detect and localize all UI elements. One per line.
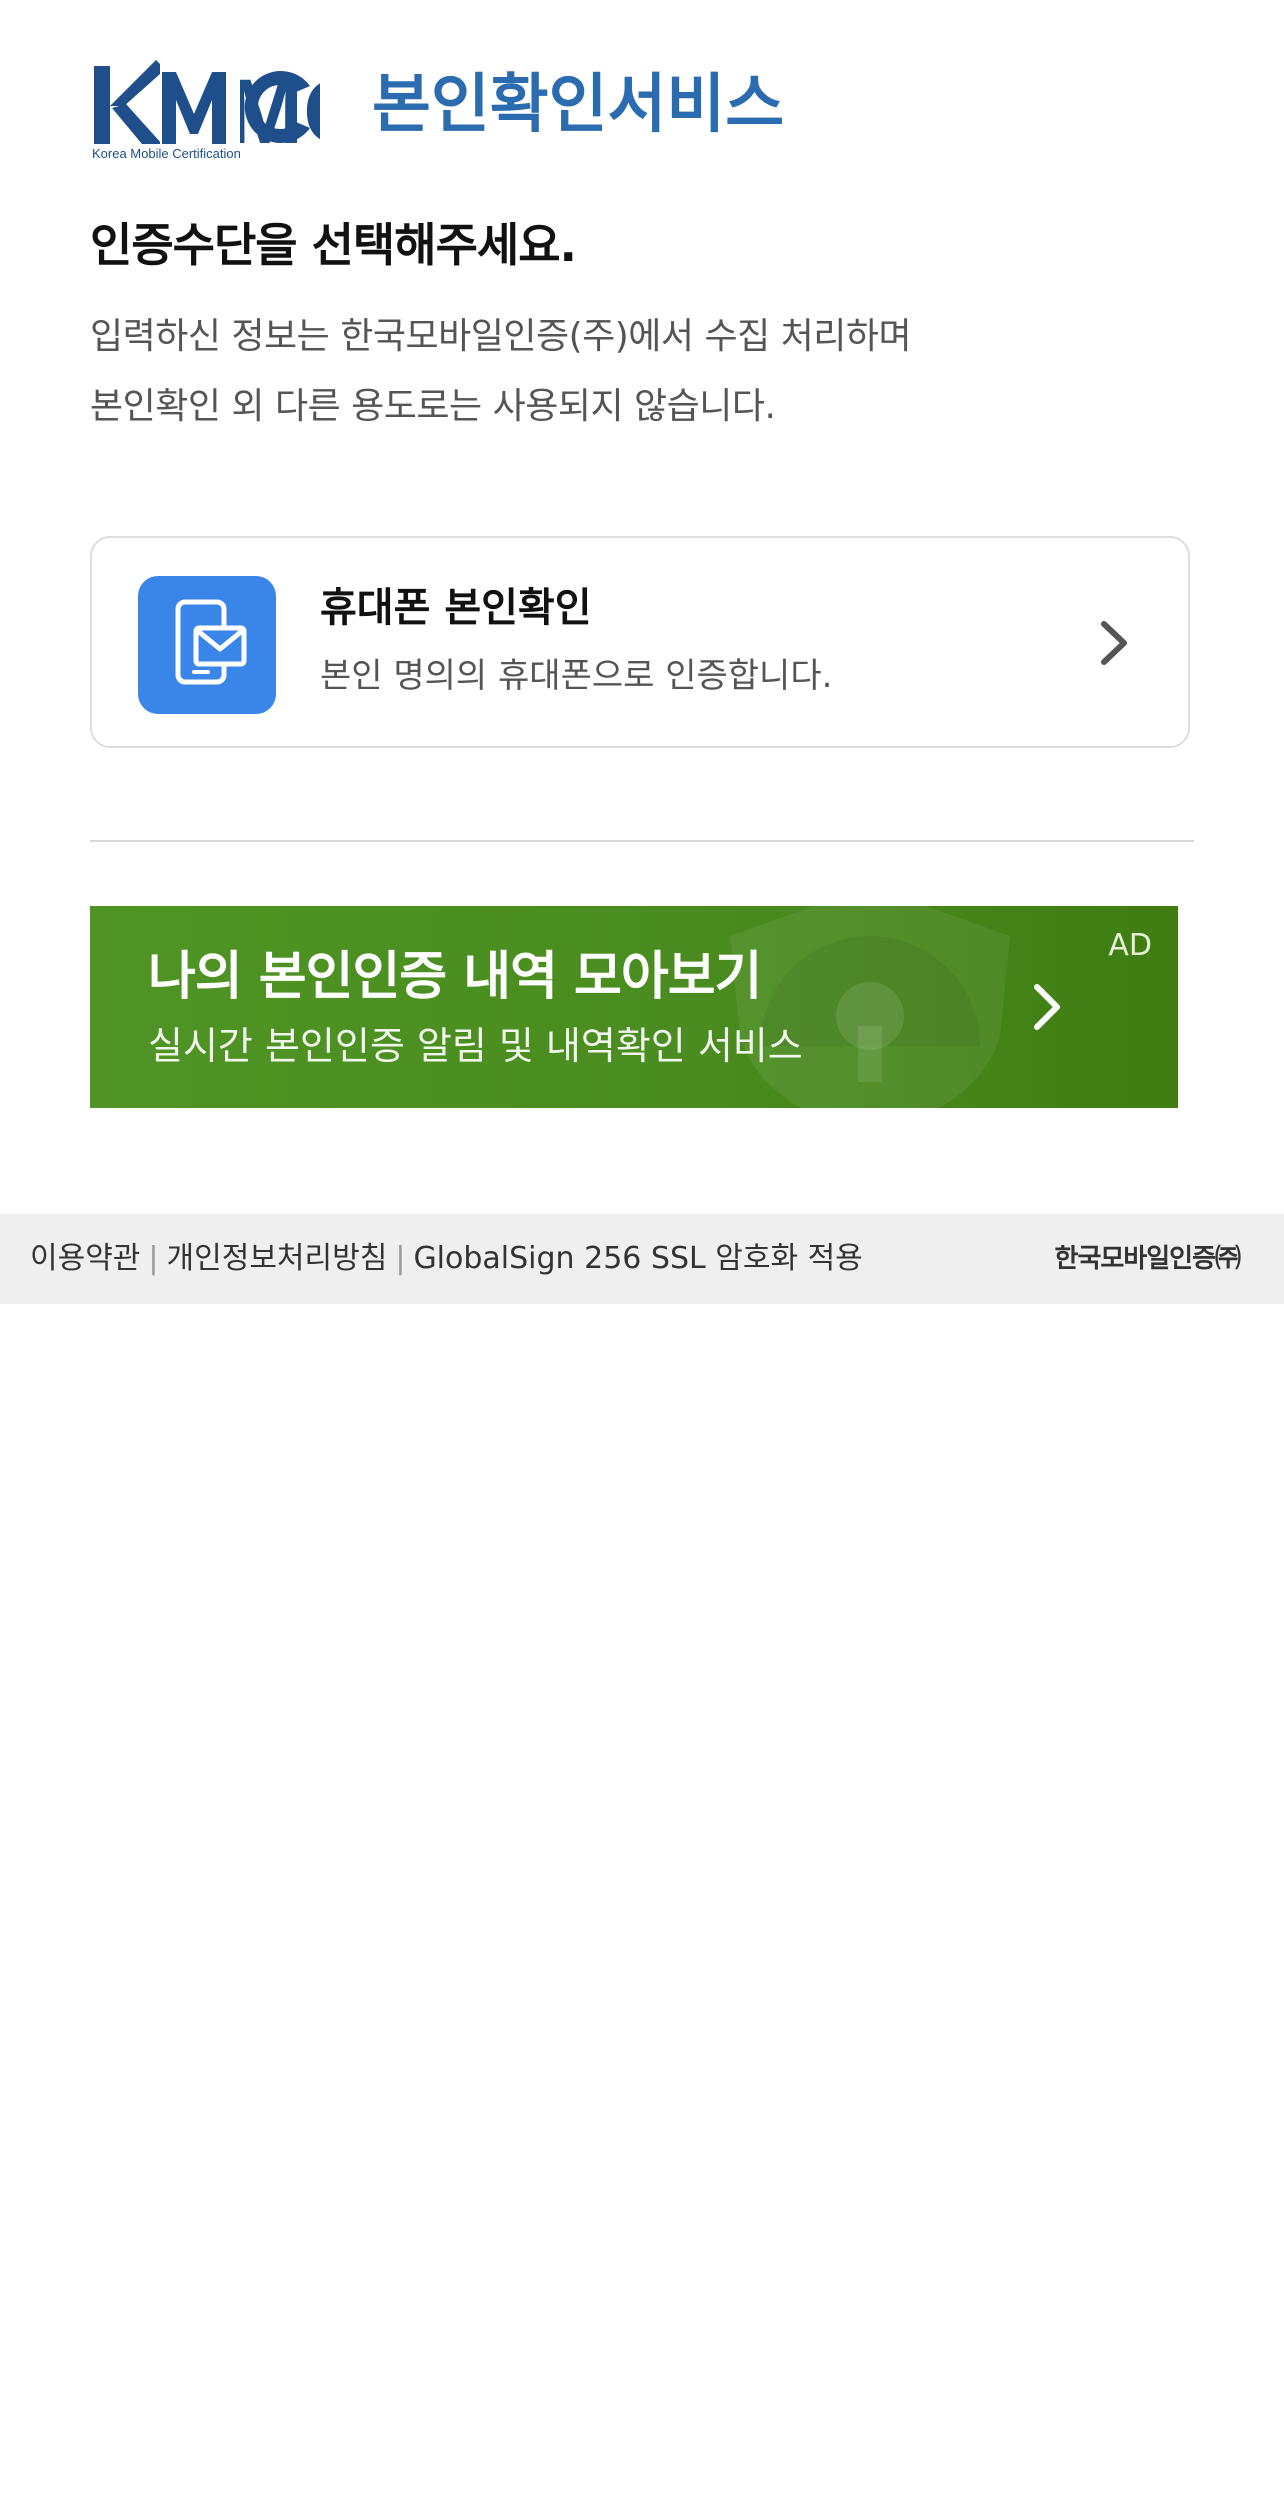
ad-title: 나의 본인인증 내역 모아보기 xyxy=(148,947,762,1007)
ssl-info-text: GlobalSign 256 SSL 암호화 적용 xyxy=(413,1241,863,1276)
phone-verification-option[interactable]: 휴대폰 본인확인 본인 명의의 휴대폰으로 인증합니다. xyxy=(90,536,1190,748)
page: KMC Korea Mobile Certification 본인확인서비스 인… xyxy=(0,0,1284,2506)
method-title: 휴대폰 본인확인 xyxy=(320,585,592,631)
page-heading: 인증수단을 선택해주세요. xyxy=(90,218,577,272)
ad-banner[interactable]: 나의 본인인증 내역 모아보기 실시간 본인인증 알림 및 내역확인 서비스 A… xyxy=(90,906,1178,1108)
footer-links: 이용약관 | 개인정보처리방침 | GlobalSign 256 SSL 암호화 적용 xyxy=(30,1214,863,1304)
terms-link[interactable]: 이용약관 xyxy=(30,1241,140,1276)
footer-separator: | xyxy=(395,1241,406,1276)
phone-message-icon xyxy=(138,576,276,714)
intro-description: 입력하신 정보는 한국모바일인증(주)에서 수집 처리하며 본인확인 외 다른 … xyxy=(90,302,1194,442)
footer: 이용약관 | 개인정보처리방침 | GlobalSign 256 SSL 암호화 적용 … xyxy=(0,1214,1284,1304)
logo-tagline: Korea Mobile Certification xyxy=(92,146,241,161)
ad-chevron-right-icon xyxy=(1034,984,1060,1030)
divider xyxy=(90,840,1194,842)
header: KMC Korea Mobile Certification 본인확인서비스 xyxy=(90,56,1194,166)
privacy-policy-link[interactable]: 개인정보처리방침 xyxy=(167,1241,388,1276)
description-line-2: 본인확인 외 다른 용도로는 사용되지 않습니다. xyxy=(90,386,776,427)
service-title: 본인확인서비스 xyxy=(372,68,785,142)
footer-brand-logo: 한국모바일인증㈜ xyxy=(1054,1244,1241,1274)
chevron-right-icon xyxy=(1101,621,1127,665)
footer-separator: | xyxy=(148,1241,159,1276)
kmc-logo: KMC Korea Mobile Certification xyxy=(90,56,320,161)
ad-subtitle: 실시간 본인인증 알림 및 내역확인 서비스 xyxy=(148,1024,803,1068)
method-description: 본인 명의의 휴대폰으로 인증합니다. xyxy=(320,656,833,696)
description-line-1: 입력하신 정보는 한국모바일인증(주)에서 수집 처리하며 xyxy=(90,316,912,357)
ad-label: AD xyxy=(1108,928,1152,963)
